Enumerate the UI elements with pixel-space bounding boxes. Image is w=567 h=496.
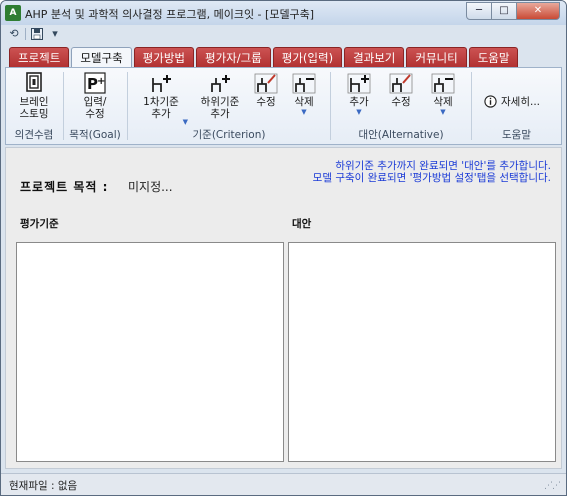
edit-alternative-icon: [389, 73, 413, 94]
svg-text:+: +: [97, 76, 105, 87]
add-sub-criterion-icon: [211, 75, 230, 92]
help-details-button[interactable]: 자세히...: [484, 94, 540, 109]
ribbon-tabs: 프로젝트 모델구축 평가방법 평가자/그룹 평가(입력) 결과보기 커뮤니티 도움말: [9, 47, 519, 69]
edit-criterion-label: 수정: [256, 96, 276, 108]
save-icon[interactable]: [30, 27, 44, 41]
alternatives-list[interactable]: [288, 242, 556, 462]
delete-criterion-button[interactable]: 삭제 ▼: [288, 72, 320, 116]
group-criterion: 1차기준 추가 ▼ 하위기준 추가 수정 삭제 ▼ 기준(Criterion): [128, 68, 330, 144]
goal-label: 프로젝트 목적 :: [20, 180, 109, 194]
alternatives-heading: 대안: [292, 218, 312, 230]
qat-customize-icon[interactable]: ▾: [48, 27, 62, 41]
maximize-button[interactable]: □: [492, 2, 517, 20]
tab-6[interactable]: 커뮤니티: [406, 47, 467, 68]
group-criterion-label: 기준(Criterion): [192, 129, 266, 141]
current-file-status: 현재파일 : 없음: [9, 480, 78, 492]
guidance-line-1: 하위기준 추가까지 완료되면 '대안'를 추가합니다.: [335, 160, 551, 172]
edit-criterion-icon: [254, 73, 278, 94]
app-icon: A: [5, 5, 21, 21]
status-bar: 현재파일 : 없음 ⋰⋰: [1, 473, 566, 495]
group-help: 자세히... 도움말: [472, 68, 561, 144]
group-goal: P + 입력/ 수정 목적(Goal): [64, 68, 126, 144]
goal-add-icon: P +: [84, 72, 106, 94]
delete-alternative-icon: [431, 73, 455, 94]
edit-alternative-button[interactable]: 수정: [385, 72, 417, 108]
group-help-label: 도움말: [502, 129, 531, 141]
goal-edit-label: 입력/ 수정: [83, 96, 107, 120]
add-sub-criterion-label: 하위기준 추가: [200, 96, 240, 120]
undo-icon[interactable]: ⟲: [7, 27, 21, 41]
add-alternative-button[interactable]: 추가 ▼: [343, 72, 375, 116]
model-build-panel: 하위기준 추가까지 완료되면 '대안'를 추가합니다. 모델 구축이 완료되면 …: [5, 147, 562, 469]
delete-criterion-label: 삭제: [294, 96, 314, 108]
resize-grip-icon[interactable]: ⋰⋰: [544, 481, 561, 491]
guidance-text: 하위기준 추가까지 완료되면 '대안'를 추가합니다. 모델 구축이 완료되면 …: [313, 160, 551, 184]
group-goal-label: 목적(Goal): [69, 129, 121, 141]
quick-access-toolbar: ⟲ ▾: [7, 26, 62, 42]
window-title: AHP 분석 및 과학적 의사결정 프로그램, 메이크잇 - [모델구축]: [25, 8, 315, 21]
minimize-button[interactable]: ─: [466, 2, 492, 20]
tab-4[interactable]: 평가(입력): [272, 47, 343, 68]
ribbon: 브레인 스토밍 의견수렴 P + 입력/ 수정 목적(Goal) 1차기준 추가…: [5, 67, 562, 145]
group-alternative: 추가 ▼ 수정 삭제 ▼ 대안(Alternative): [331, 68, 471, 144]
add-sub-criterion-button[interactable]: 하위기준 추가: [194, 72, 246, 120]
add-first-criterion-label: 1차기준 추가: [143, 96, 179, 120]
edit-criterion-button[interactable]: 수정: [250, 72, 282, 108]
tab-5[interactable]: 결과보기: [344, 47, 405, 68]
app-window: A AHP 분석 및 과학적 의사결정 프로그램, 메이크잇 - [모델구축] …: [0, 0, 567, 496]
dropdown-arrow-icon: ▼: [440, 108, 446, 116]
add-criterion-icon: [152, 75, 171, 92]
brainstorm-button[interactable]: 브레인 스토밍: [12, 72, 56, 120]
group-brainstorm: 브레인 스토밍 의견수렴: [6, 68, 62, 144]
title-bar: A AHP 분석 및 과학적 의사결정 프로그램, 메이크잇 - [모델구축] …: [1, 1, 566, 25]
tab-0[interactable]: 프로젝트: [9, 47, 70, 68]
brainstorm-icon: [26, 72, 42, 92]
criteria-list[interactable]: [16, 242, 284, 462]
tab-2[interactable]: 평가방법: [133, 47, 194, 68]
add-first-criterion-button[interactable]: 1차기준 추가 ▼: [136, 72, 188, 126]
group-brainstorm-label: 의견수렴: [14, 129, 54, 141]
help-details-label: 자세히...: [501, 96, 540, 108]
delete-alternative-button[interactable]: 삭제 ▼: [427, 72, 459, 116]
delete-criterion-icon: [292, 73, 316, 94]
delete-alternative-label: 삭제: [433, 96, 453, 108]
add-alternative-label: 추가: [349, 96, 369, 108]
add-alternative-icon: [347, 73, 371, 94]
dropdown-arrow-icon: ▼: [182, 118, 188, 126]
brainstorm-label: 브레인 스토밍: [19, 96, 49, 120]
guidance-line-2: 모델 구축이 완료되면 '평가방법 설정'탭을 선택합니다.: [312, 172, 551, 184]
tab-7[interactable]: 도움말: [468, 47, 519, 68]
criteria-heading: 평가기준: [20, 218, 59, 230]
close-button[interactable]: ✕: [517, 2, 560, 20]
dropdown-arrow-icon: ▼: [301, 108, 307, 116]
info-icon: [484, 95, 497, 108]
qat-separator: [25, 28, 26, 40]
group-alternative-label: 대안(Alternative): [358, 129, 444, 141]
dropdown-arrow-icon: ▼: [356, 108, 362, 116]
tab-3[interactable]: 평가자/그룹: [195, 47, 271, 68]
goal-edit-button[interactable]: P + 입력/ 수정: [72, 72, 118, 120]
goal-value[interactable]: 미지정...: [128, 178, 173, 195]
edit-alternative-label: 수정: [391, 96, 411, 108]
tab-1[interactable]: 모델구축: [71, 47, 132, 69]
